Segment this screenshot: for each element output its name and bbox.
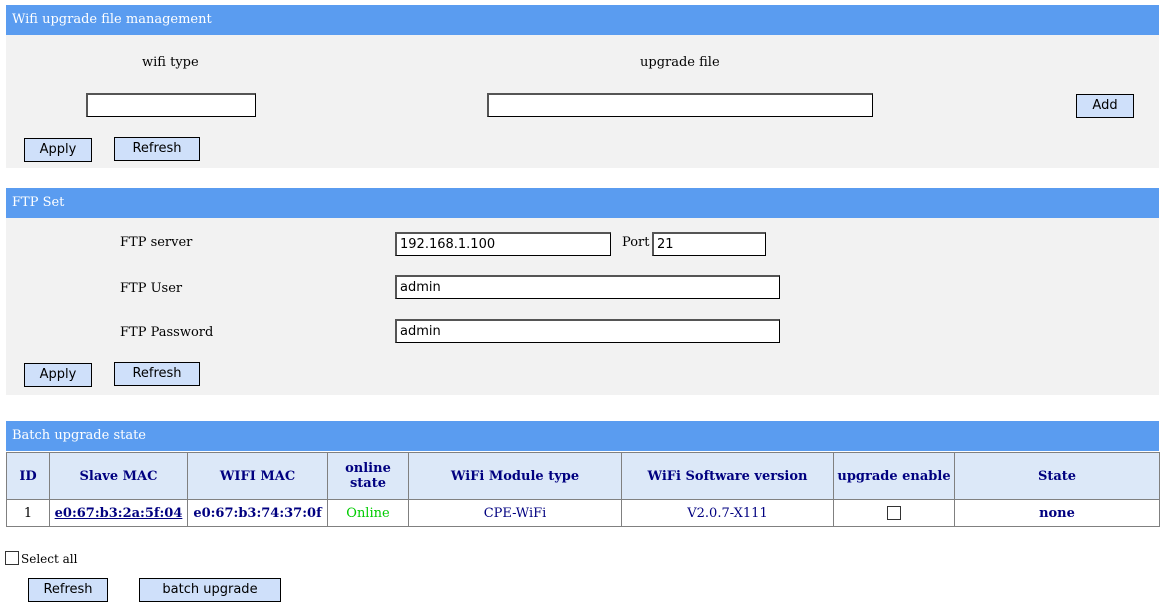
wifi-upgrade-panel: Wifi upgrade file management wifi type u… [6,5,1159,168]
ftp-port-label: Port [622,235,650,250]
cell-online-state: Online [327,499,409,527]
select-all-label: Select all [21,552,78,566]
ftp-user-label: FTP User [120,281,183,296]
wifi-type-input[interactable] [86,93,256,117]
ftp-set-header: FTP Set [6,188,1159,218]
cell-module-type: CPE-WiFi [408,499,622,527]
wifi-apply-button[interactable]: Apply [24,138,92,162]
batch-upgrade-button[interactable]: batch upgrade [139,578,281,602]
header-upgrade-enable: upgrade enable [833,452,955,500]
cell-id: 1 [6,499,50,527]
upgrade-enable-checkbox[interactable] [887,506,901,520]
wifi-refresh-button[interactable]: Refresh [114,137,200,161]
ftp-password-input[interactable] [395,319,780,343]
cell-upgrade-enable [833,499,955,527]
ftp-password-label: FTP Password [120,325,214,340]
header-state: State [954,452,1160,500]
cell-state: none [954,499,1160,527]
batch-upgrade-header: Batch upgrade state [6,421,1159,451]
cell-software-version: V2.0.7-X111 [621,499,834,527]
ftp-set-panel: FTP Set FTP server Port FTP User FTP Pas… [6,188,1159,395]
select-all-checkbox[interactable] [5,551,19,565]
table-row: 1 e0:67:b3:2a:5f:04 e0:67:b3:74:37:0f On… [6,499,1160,527]
upgrade-file-input[interactable] [487,93,873,117]
cell-slave-mac: e0:67:b3:2a:5f:04 [49,499,188,527]
ftp-server-input[interactable] [395,232,611,256]
header-wifi-mac: WIFI MAC [187,452,328,500]
header-online-state: online state [327,452,409,500]
table-header-row: ID Slave MAC WIFI MAC online state WiFi … [6,452,1160,500]
header-slave-mac: Slave MAC [49,452,188,500]
batch-upgrade-panel: Batch upgrade state ID Slave MAC WIFI MA… [5,421,1160,603]
cell-wifi-mac: e0:67:b3:74:37:0f [187,499,328,527]
ftp-server-label: FTP server [120,235,193,250]
upgrade-file-column-label: upgrade file [640,55,720,70]
header-id: ID [6,452,50,500]
batch-refresh-button[interactable]: Refresh [28,578,108,602]
ftp-refresh-button[interactable]: Refresh [114,362,200,386]
header-wifi-module-type: WiFi Module type [408,452,622,500]
wifi-upgrade-header: Wifi upgrade file management [6,5,1159,35]
header-wifi-software-version: WiFi Software version [621,452,834,500]
add-button[interactable]: Add [1076,94,1134,118]
batch-upgrade-table: ID Slave MAC WIFI MAC online state WiFi … [6,452,1160,527]
ftp-port-input[interactable] [652,232,766,256]
ftp-apply-button[interactable]: Apply [24,363,92,387]
wifi-type-column-label: wifi type [142,55,199,70]
ftp-user-input[interactable] [395,275,780,299]
slave-mac-link[interactable]: e0:67:b3:2a:5f:04 [55,506,183,521]
